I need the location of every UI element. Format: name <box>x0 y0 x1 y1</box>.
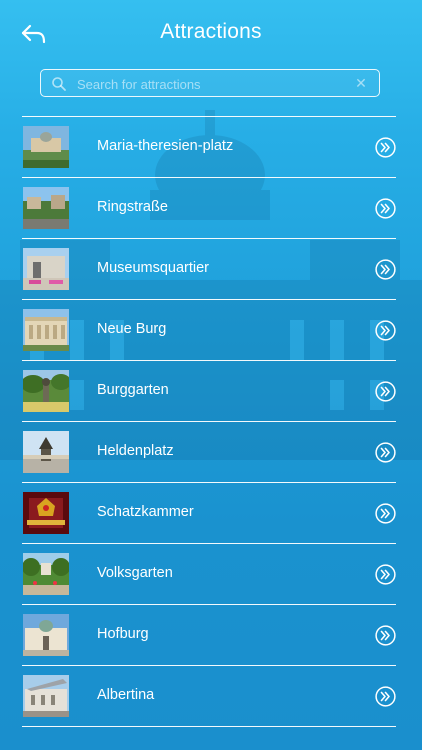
volksgarten-thumbnail <box>23 553 69 595</box>
chevron-right-circle-icon[interactable] <box>375 686 396 707</box>
chevron-right-circle-icon[interactable] <box>375 564 396 585</box>
ringstrasse-thumbnail <box>23 187 69 229</box>
list-item-label: Schatzkammer <box>97 504 194 520</box>
schatzkammer-thumbnail <box>23 492 69 534</box>
chevron-right-circle-icon[interactable] <box>375 625 396 646</box>
search-icon <box>52 77 66 91</box>
list-item[interactable]: Heldenplatz <box>22 422 396 483</box>
search-bar: ✕ <box>40 69 380 97</box>
chevron-right-circle-icon[interactable] <box>375 503 396 524</box>
neue-burg-thumbnail <box>23 309 69 351</box>
list-item-label: Albertina <box>97 687 155 703</box>
list-item-label: Maria-theresien-platz <box>97 138 234 154</box>
list-item[interactable]: Hofburg <box>22 605 396 666</box>
chevron-right-circle-icon[interactable] <box>375 442 396 463</box>
heldenplatz-thumbnail <box>23 431 69 473</box>
attractions-list: Maria-theresien-platz Ringstraße Museums… <box>22 116 396 727</box>
maria-theresien-platz-thumbnail <box>23 126 69 168</box>
list-item-label: Hofburg <box>97 626 149 642</box>
hofburg-thumbnail <box>23 614 69 656</box>
chevron-right-circle-icon[interactable] <box>375 198 396 219</box>
page-title: Attractions <box>160 20 262 43</box>
chevron-right-circle-icon[interactable] <box>375 381 396 402</box>
list-item-label: Burggarten <box>97 382 169 398</box>
chevron-right-circle-icon[interactable] <box>375 259 396 280</box>
list-item-label: Museumsquartier <box>97 260 210 276</box>
list-item-label: Volksgarten <box>97 565 173 581</box>
chevron-right-circle-icon[interactable] <box>375 137 396 158</box>
list-item[interactable]: Volksgarten <box>22 544 396 605</box>
list-item[interactable]: Maria-theresien-platz <box>22 117 396 178</box>
search-input[interactable] <box>75 72 349 96</box>
list-item-label: Neue Burg <box>97 321 167 337</box>
list-item[interactable]: Burggarten <box>22 361 396 422</box>
list-item-label: Ringstraße <box>97 199 168 215</box>
albertina-thumbnail <box>23 675 69 717</box>
chevron-right-circle-icon[interactable] <box>375 320 396 341</box>
list-item[interactable]: Ringstraße <box>22 178 396 239</box>
close-icon[interactable]: ✕ <box>353 74 369 92</box>
museumsquartier-thumbnail <box>23 248 69 290</box>
list-item[interactable]: Museumsquartier <box>22 239 396 300</box>
list-item[interactable]: Albertina <box>22 666 396 727</box>
list-item[interactable]: Schatzkammer <box>22 483 396 544</box>
nav-bar: Attractions <box>0 0 422 66</box>
burggarten-thumbnail <box>23 370 69 412</box>
list-item-label: Heldenplatz <box>97 443 174 459</box>
list-item[interactable]: Neue Burg <box>22 300 396 361</box>
